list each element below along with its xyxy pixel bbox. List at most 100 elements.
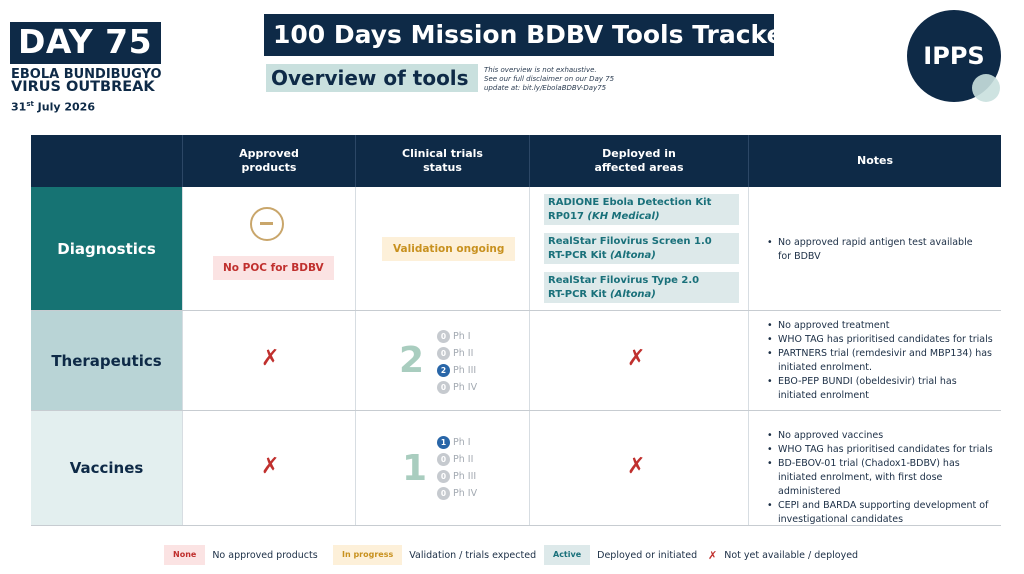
header-approved-label: Approved products <box>239 147 299 174</box>
header-trials-label: Clinical trials status <box>402 147 483 174</box>
header-blank <box>31 135 183 187</box>
header-approved: Approved products <box>183 135 356 187</box>
outbreak-line-2: VIRUS OUTBREAK <box>11 79 155 95</box>
kit-maker: (Altona) <box>610 289 656 300</box>
phase-label: Ph III <box>453 364 477 376</box>
vaccines-deployed-cell: ✗ <box>530 411 749 525</box>
header-deployed: Deployed in affected areas <box>530 135 749 187</box>
cross-icon: ✗ <box>708 548 718 562</box>
phase-count: 0 <box>437 452 450 466</box>
table-row-diagnostics: Diagnostics No POC for BDBV Validation o… <box>31 187 1001 311</box>
therapeutics-trials-cell: 2 0 Ph I 0 Ph II 2 Ph III 0 Ph IV <box>356 311 530 410</box>
phase-row-active: 1 Ph I <box>437 435 471 449</box>
note-item: BD-EBOV-01 trial (Chadox1-BDBV) has init… <box>767 457 997 499</box>
table-row-therapeutics: Therapeutics ✗ 2 0 Ph I 0 Ph II 2 Ph III 0P… <box>31 311 1001 411</box>
kit-maker: (Altona) <box>610 250 656 261</box>
kit-detail: RT-PCR Kit (Altona) <box>548 288 735 302</box>
phase-row: 0 Ph I <box>437 329 471 343</box>
diagnostics-notes-cell: No approved rapid antigen test available… <box>749 187 1001 310</box>
logo-accent-dot <box>972 74 1000 102</box>
note-item: No approved vaccines <box>767 429 997 443</box>
therapeutics-deployed-cell: ✗ <box>530 311 749 410</box>
phase-label: Ph IV <box>453 487 478 499</box>
therapeutics-notes-cell: No approved treatment WHO TAG has priori… <box>749 311 1001 410</box>
header-deployed-label: Deployed in affected areas <box>594 147 684 174</box>
kit-item: RealStar Filovirus Screen 1.0 RT-PCR Kit… <box>544 233 739 264</box>
trials-total: 1 <box>402 448 428 489</box>
vaccines-trials-cell: 1 1 Ph I 0 Ph II 0 Ph III 0 Ph IV <box>356 411 530 525</box>
phase-row: 0 Ph II <box>437 452 473 466</box>
table-row-vaccines: Vaccines ✗ 1 1 Ph I 0 Ph II 0 Ph III 0 Ph IV… <box>31 411 1001 526</box>
phase-row: 0 Ph IV <box>437 380 477 394</box>
cross-icon: ✗ <box>261 346 280 371</box>
day-counter: DAY 75 <box>10 22 162 64</box>
kit-maker: (KH Medical) <box>587 211 660 222</box>
legend-text: No approved products <box>212 549 318 561</box>
note-item: No approved treatment <box>767 319 997 333</box>
row-label-diagnostics: Diagnostics <box>31 187 183 310</box>
date-suffix: st <box>26 100 34 108</box>
tools-table: Approved products Clinical trials status… <box>31 135 1001 526</box>
legend-chip-in-progress: In progress <box>333 545 403 565</box>
kit-item: RADIONE Ebola Detection Kit RP017 (KH Me… <box>544 194 739 225</box>
diagnostics-approved-cell: No POC for BDBV <box>183 187 356 310</box>
header-notes: Notes <box>856 154 894 167</box>
page-title: 100 Days Mission BDBV Tools Tracker <box>264 14 796 56</box>
note-item: WHO TAG has prioritised candidates for t… <box>767 443 997 457</box>
phase-count: 0 <box>437 380 450 394</box>
report-date: 31st July 2026 <box>11 100 95 114</box>
phase-row: 0 Ph IV <box>437 486 477 500</box>
row-label-therapeutics: Therapeutics <box>31 311 183 410</box>
date-day: 31 <box>11 100 27 114</box>
phase-row: 0 Ph III <box>437 469 476 483</box>
legend-item-active: Active Deployed or initiated <box>544 545 697 565</box>
legend-chip-none: None <box>164 545 206 565</box>
therapeutics-approved-cell: ✗ <box>183 311 356 410</box>
legend-item-not-available: ✗ Not yet available / deployed <box>708 545 858 565</box>
kit-detail: RT-PCR Kit (Altona) <box>548 249 735 263</box>
kit-name: RealStar Filovirus Screen 1.0 <box>548 236 712 247</box>
phase-count: 0 <box>437 469 450 483</box>
legend-text: Not yet available / deployed <box>724 549 859 561</box>
notes-list: No approved treatment WHO TAG has priori… <box>767 319 997 403</box>
outbreak-name: EBOLA BUNDIBUGYO VIRUS OUTBREAK <box>11 68 162 94</box>
kit-code: RP017 <box>548 211 588 222</box>
legend: None No approved products In progress Va… <box>0 545 1024 565</box>
trials-total: 2 <box>399 340 425 381</box>
note-item: EBO-PEP BUNDI (obeldesivir) trial has in… <box>767 375 997 403</box>
phase-label: Ph I <box>453 330 471 342</box>
note-item: CEPI and BARDA supporting development of… <box>767 499 997 527</box>
phase-count: 1 <box>437 435 450 449</box>
legend-item-in-progress: In progress Validation / trials expected <box>333 545 536 565</box>
notes-list: No approved vaccines WHO TAG has priorit… <box>767 429 997 527</box>
table-header: Approved products Clinical trials status… <box>31 135 1001 187</box>
phase-count: 2 <box>437 363 450 377</box>
validation-badge: Validation ongoing <box>382 237 516 261</box>
kit-detail: RP017 (KH Medical) <box>548 210 735 224</box>
page-subtitle: Overview of tools <box>266 64 478 92</box>
minus-circle-icon <box>250 207 284 241</box>
vaccines-notes-cell: No approved vaccines WHO TAG has priorit… <box>749 411 1001 525</box>
row-label-vaccines: Vaccines <box>31 411 183 525</box>
disclaimer: This overview is not exhaustive. See our… <box>484 66 614 93</box>
phase-count: 0 <box>437 329 450 343</box>
header-trials: Clinical trials status <box>356 135 530 187</box>
phase-count: 0 <box>437 486 450 500</box>
note-item: No approved rapid antigen test available… <box>767 236 982 264</box>
legend-chip-active: Active <box>544 545 591 565</box>
kit-name: RADIONE Ebola Detection Kit <box>548 197 712 208</box>
phase-row: 0 Ph II <box>437 346 473 360</box>
vaccines-approved-cell: ✗ <box>183 411 356 525</box>
phase-label: Ph I <box>453 436 471 448</box>
kit-item: RealStar Filovirus Type 2.0 RT-PCR Kit (… <box>544 272 739 303</box>
diagnostics-trials-cell: Validation ongoing <box>356 187 530 310</box>
no-poc-badge: No POC for BDBV <box>213 256 334 280</box>
note-item: PARTNERS trial (remdesivir and MBP134) h… <box>767 347 997 375</box>
phase-row-active: 2 Ph III <box>437 363 476 377</box>
notes-list: No approved rapid antigen test available… <box>767 236 982 264</box>
phase-label: Ph IV <box>453 381 478 393</box>
disclaimer-link[interactable]: update at: bit.ly/EbolaBDBV-Day75 <box>484 84 614 93</box>
disclaimer-line-1: This overview is not exhaustive. <box>484 66 597 74</box>
phase-count: 0 <box>437 346 450 360</box>
cross-icon: ✗ <box>627 346 646 371</box>
